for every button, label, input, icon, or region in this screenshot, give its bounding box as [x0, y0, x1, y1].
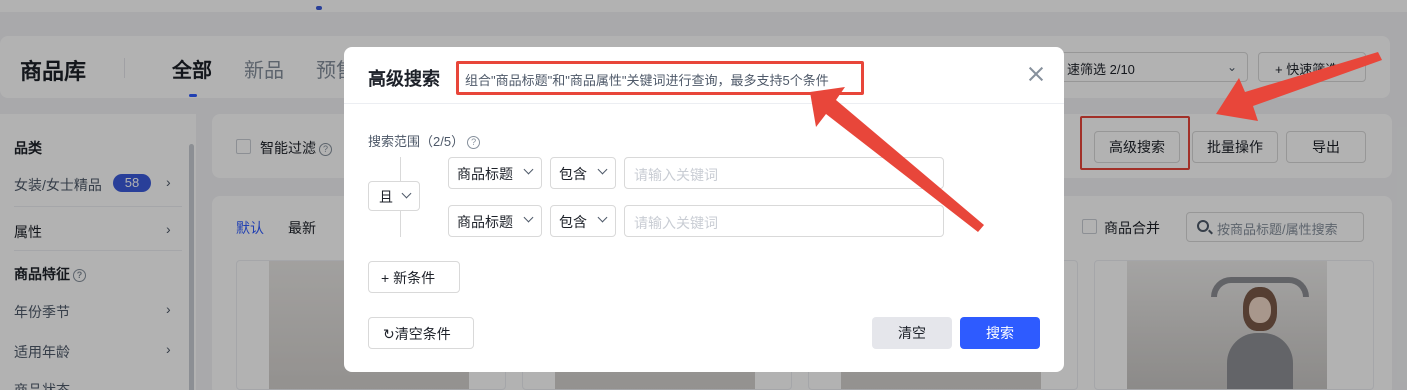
arrow-to-advanced-search: [1216, 52, 1382, 121]
annotation-arrows: [810, 52, 1382, 232]
arrow-to-subtitle: [810, 87, 984, 232]
